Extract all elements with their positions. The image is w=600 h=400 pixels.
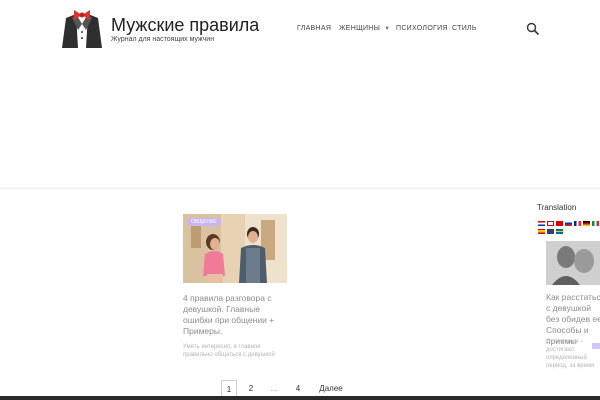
flag-icon[interactable] — [574, 221, 581, 226]
site-header: Мужские правила Журнал для настоящих муж… — [0, 0, 600, 58]
post-thumbnail[interactable]: ОБЩЕНИЕ — [183, 214, 287, 283]
chevron-down-icon: ▼ — [384, 26, 391, 32]
flag-icon[interactable] — [583, 221, 590, 226]
post-card[interactable]: ОБЩЕНИЕ 4 правила разговора с девушкой. … — [183, 214, 287, 359]
site-title[interactable]: Мужские правила — [111, 15, 259, 36]
site-tagline: Журнал для настоящих мужчин — [111, 36, 215, 43]
nav-item-women[interactable]: ЖЕНЩИНЫ ▼ — [339, 25, 390, 32]
nav-item-label: СТИЛЬ — [452, 25, 477, 32]
post-title[interactable]: 4 правила разговора с девушкой. Главные … — [183, 293, 287, 337]
nav-item-home[interactable]: ГЛАВНАЯ — [297, 25, 331, 32]
flag-icon[interactable] — [592, 221, 599, 226]
tuxedo-logo-icon[interactable] — [60, 8, 104, 50]
translation-widget-title: Translation — [537, 203, 577, 212]
nav-item-label: ЖЕНЩИНЫ — [339, 25, 381, 32]
flag-icon[interactable] — [565, 221, 572, 226]
flag-icon[interactable] — [547, 229, 554, 234]
language-flags — [538, 221, 600, 239]
flag-icon[interactable] — [547, 221, 554, 226]
sidebar-category-badge[interactable] — [592, 343, 600, 349]
nav-item-label: ГЛАВНАЯ — [297, 25, 332, 32]
content-divider — [0, 188, 600, 189]
couple-photo-image — [546, 241, 600, 285]
category-badge[interactable]: ОБЩЕНИЕ — [187, 218, 221, 226]
post-excerpt: Уметь интересно, в главное правильно общ… — [183, 344, 275, 358]
flag-icon[interactable] — [556, 229, 563, 234]
sidebar-post-thumbnail[interactable] — [546, 241, 600, 285]
footer-bar — [0, 396, 600, 400]
nav-item-style[interactable]: СТИЛЬ — [452, 25, 477, 32]
nav-item-psychology[interactable]: ПСИХОЛОГИЯ — [396, 25, 448, 32]
flag-icon[interactable] — [538, 221, 545, 226]
flag-icon[interactable] — [556, 221, 563, 226]
flag-icon[interactable] — [538, 229, 545, 234]
nav-item-label: ПСИХОЛОГИЯ — [396, 25, 448, 32]
search-icon[interactable] — [526, 22, 539, 35]
